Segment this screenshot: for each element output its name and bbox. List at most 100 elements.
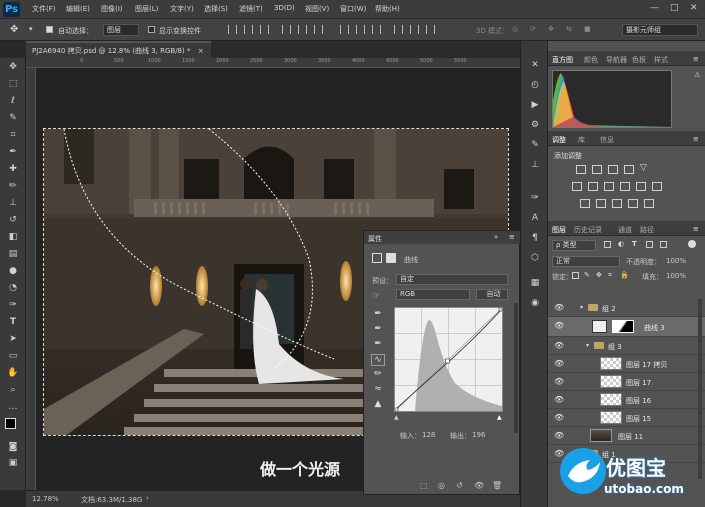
3d-scale-icon[interactable]: ■ [584, 25, 591, 33]
smooth-curve-icon[interactable]: ≈ [371, 384, 385, 396]
fill-value[interactable]: 100% [666, 272, 686, 280]
properties-menu-icon[interactable]: ≡ [509, 233, 515, 241]
show-transform-checkbox[interactable] [148, 26, 155, 33]
visibility-eye-icon[interactable]: 👁 [554, 303, 564, 312]
black-point-slider-icon[interactable]: ▲ [394, 414, 399, 421]
lock-artboard-icon[interactable]: ⌗ [608, 271, 612, 280]
posterize-icon[interactable] [596, 199, 606, 208]
dodge-tool-icon[interactable]: ◔ [5, 281, 21, 295]
maximize-button[interactable]: □ [670, 3, 679, 13]
tab-channels[interactable]: 通道 [618, 225, 632, 235]
close-window-button[interactable]: ✕ [690, 3, 698, 13]
tab-info[interactable]: 信息 [600, 135, 614, 145]
tab-layers[interactable]: 图层 [552, 225, 566, 235]
view-previous-icon[interactable]: ◎ [438, 481, 445, 490]
distribute-bottom-icon[interactable] [372, 25, 381, 34]
menu-file[interactable]: 文件(F) [32, 4, 56, 14]
crop-tool-icon[interactable]: ⌗ [5, 128, 21, 142]
clip-to-layer-icon[interactable]: ⬚ [420, 481, 428, 490]
path-select-tool-icon[interactable]: ➤ [5, 332, 21, 346]
threshold-icon[interactable] [612, 199, 622, 208]
move-tool-icon[interactable]: ✥ [5, 60, 21, 74]
pen-icon[interactable]: ✑ [528, 191, 542, 205]
layers-scrollbar[interactable] [698, 299, 702, 479]
filter-shape-icon[interactable] [646, 241, 653, 248]
layer-row-layer-15[interactable]: 👁 图层 15 [548, 409, 705, 427]
tab-swatches[interactable]: 色板 [632, 55, 646, 65]
brush-preset-icon[interactable]: ✎ [528, 138, 542, 152]
adjustments-menu-icon[interactable]: ≡ [693, 135, 699, 143]
align-hcenter-icon[interactable] [298, 25, 307, 34]
sample-black-eyedropper-icon[interactable]: ✒ [371, 309, 385, 321]
collapse-icon[interactable]: » [494, 233, 498, 241]
brightness-contrast-icon[interactable] [576, 165, 586, 174]
curve-edit-icon[interactable]: ∿ [371, 354, 385, 366]
tab-history[interactable]: 历史记录 [574, 225, 602, 235]
wrench-icon[interactable]: ⚙ [528, 118, 542, 132]
quick-mask-icon[interactable]: ◙ [5, 440, 21, 454]
status-arrow-icon[interactable]: › [146, 494, 149, 502]
layers-menu-icon[interactable]: ≡ [693, 225, 699, 233]
history-brush-tool-icon[interactable]: ↺ [5, 213, 21, 227]
menu-image[interactable]: 图像(I) [101, 4, 123, 14]
clipping-warning-icon[interactable]: ▲ [371, 399, 385, 411]
3d-slide-icon[interactable]: ⇆ [566, 25, 572, 33]
layer-row-layer-17-copy[interactable]: 👁 图层 17 拷贝 [548, 355, 705, 373]
distribute-left-icon[interactable] [394, 25, 403, 34]
document-tab[interactable]: PJ2A6940 拷贝.psd @ 12.8% (曲线 3, RGB/8) * … [26, 41, 211, 58]
channel-mixer-icon[interactable] [636, 182, 646, 191]
color-balance-icon[interactable] [588, 182, 598, 191]
menu-edit[interactable]: 编辑(E) [66, 4, 90, 14]
selective-color-icon[interactable] [644, 199, 654, 208]
gradient-map-icon[interactable] [628, 199, 638, 208]
collapse-arrow-icon[interactable]: ▾ [586, 342, 589, 349]
menu-type[interactable]: 文字(Y) [170, 4, 194, 14]
3d-pan-icon[interactable]: ✥ [548, 25, 554, 33]
photo-filter-icon[interactable] [620, 182, 630, 191]
more-tools-icon[interactable]: … [5, 400, 21, 414]
auto-button[interactable]: 自动 [476, 289, 508, 300]
visibility-eye-icon[interactable]: 👁 [554, 431, 564, 440]
distribute-hcenter-icon[interactable] [410, 25, 419, 34]
tab-libraries[interactable]: 库 [578, 135, 585, 145]
filter-adjustment-icon[interactable]: ◐ [618, 240, 624, 248]
visibility-eye-icon[interactable]: 👁 [554, 377, 564, 386]
3d-orbit-icon[interactable]: ◎ [512, 25, 518, 33]
minimize-button[interactable]: — [650, 3, 659, 13]
channel-dropdown[interactable]: RGB [396, 289, 470, 300]
on-image-adjust-icon[interactable]: ☞ [372, 291, 380, 301]
visibility-eye-icon[interactable]: 👁 [554, 359, 564, 368]
screen-mode-icon[interactable]: ▣ [5, 456, 21, 470]
lock-image-icon[interactable]: ✎ [584, 271, 590, 279]
menu-filter[interactable]: 滤镜(T) [239, 4, 263, 14]
menu-layer[interactable]: 图层(L) [135, 4, 158, 14]
paragraph-icon[interactable]: ¶ [528, 231, 542, 245]
auto-select-checkbox[interactable] [46, 26, 53, 33]
layer-row-layer-17[interactable]: 👁 图层 17 [548, 373, 705, 391]
align-top-icon[interactable] [228, 25, 237, 34]
zoom-level[interactable]: 12.78% [32, 495, 59, 503]
black-white-icon[interactable] [604, 182, 614, 191]
shape-tool-icon[interactable]: ▭ [5, 349, 21, 363]
tab-paths[interactable]: 路径 [640, 225, 654, 235]
move-tool-icon[interactable]: ✥ [10, 24, 18, 35]
curves-icon[interactable] [608, 165, 618, 174]
hand-tool-icon[interactable]: ✋ [5, 366, 21, 380]
filter-toggle[interactable] [688, 240, 696, 248]
foreground-color-swatch[interactable] [5, 418, 16, 429]
layer-mask-thumbnail[interactable] [612, 320, 634, 333]
layer-row-group-3[interactable]: 👁 ▾ 组 3 [548, 337, 705, 355]
histogram-menu-icon[interactable]: ≡ [693, 55, 699, 63]
visibility-icon[interactable]: 👁 [474, 481, 484, 490]
layer-filter-dropdown[interactable]: ρ 类型 [552, 240, 596, 251]
opacity-value[interactable]: 100% [666, 257, 686, 265]
tab-close-icon[interactable]: × [198, 47, 204, 55]
distribute-right-icon[interactable] [426, 25, 435, 34]
exposure-icon[interactable] [624, 165, 634, 174]
tab-navigator[interactable]: 导航器 [606, 55, 627, 65]
channel-icon[interactable]: ▦ [528, 276, 542, 290]
layer-row-group-2[interactable]: 👁 ▾ 组 2 [548, 299, 705, 317]
vibrance-icon[interactable]: ▽ [640, 163, 647, 173]
menu-select[interactable]: 选择(S) [204, 4, 228, 14]
color-lookup-icon[interactable] [652, 182, 662, 191]
